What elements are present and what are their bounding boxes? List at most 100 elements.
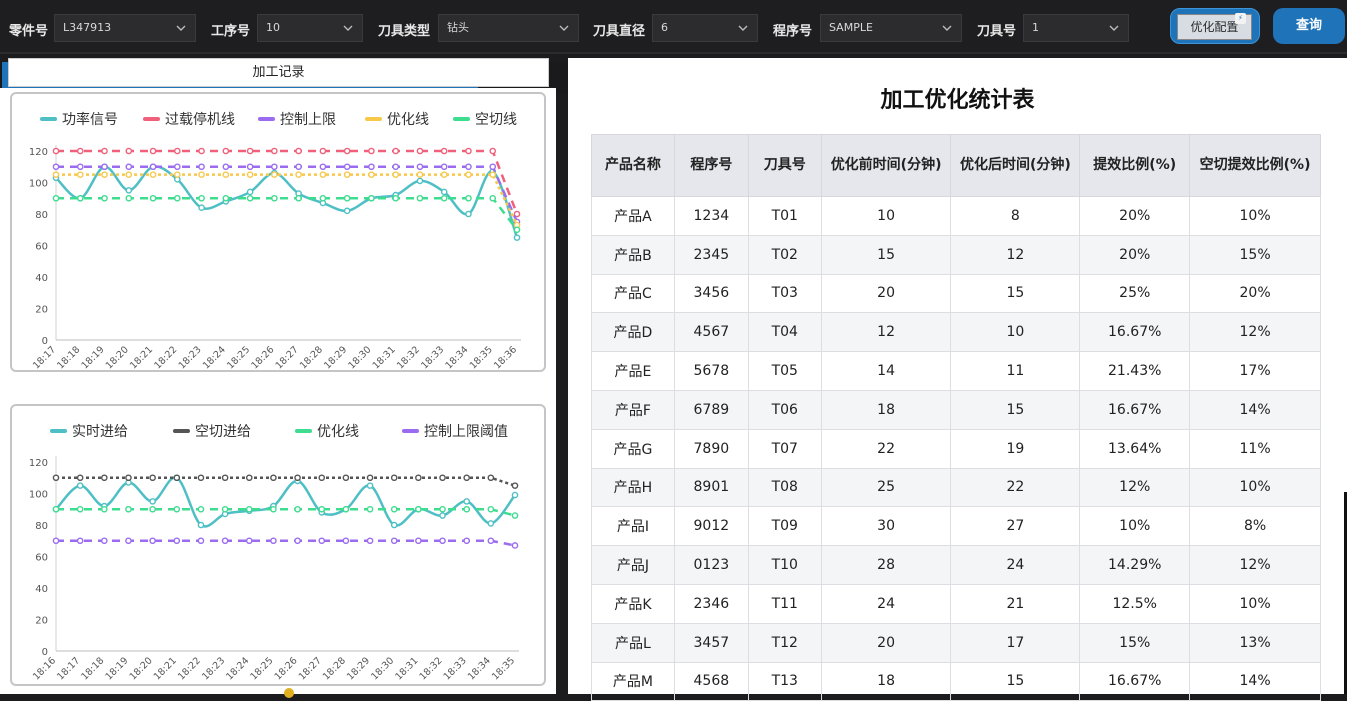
data-point: [125, 505, 132, 513]
data-point: [101, 537, 108, 545]
legend-swatch: [453, 117, 470, 121]
data-point: [52, 537, 60, 545]
data-point: [366, 474, 374, 482]
operation-number-select[interactable]: 10: [257, 14, 363, 42]
x-tick-label: 18:23: [200, 655, 227, 682]
x-tick-label: 18:34: [443, 344, 470, 370]
program-number-value: SAMPLE: [829, 21, 873, 34]
cell-idle-efficiency-ratio: 12%: [1189, 545, 1321, 585]
cell-idle-efficiency-ratio: 12%: [1189, 312, 1321, 353]
data-point: [366, 537, 374, 545]
data-point: [390, 537, 398, 545]
cell-product-name: 产品I: [591, 506, 675, 547]
legend-item-series-0[interactable]: 实时进给: [50, 424, 128, 440]
data-point: [366, 505, 374, 513]
part-number-value: L347913: [63, 21, 112, 34]
legend-swatch: [402, 429, 419, 433]
data-point: [294, 537, 301, 545]
data-point: [465, 194, 472, 202]
cell-tool-number: T06: [747, 389, 822, 430]
header-time-after: 优化后时间(分钟): [950, 134, 1081, 197]
cell-time-before: 18: [820, 389, 952, 430]
legend-item-series-4[interactable]: 空切线: [453, 112, 517, 128]
cell-tool-number: T08: [747, 467, 822, 508]
data-point: [246, 171, 254, 178]
cell-time-after: 17: [950, 622, 1081, 663]
tool-diameter-select[interactable]: 6: [652, 14, 758, 42]
legend-swatch: [173, 429, 190, 433]
data-point: [295, 163, 302, 171]
data-point: [368, 171, 375, 178]
data-point: [392, 163, 399, 171]
data-point: [197, 537, 205, 545]
data-point: [416, 163, 424, 171]
legend-item-series-0[interactable]: 功率信号: [40, 111, 118, 128]
legend-item-series-1[interactable]: 过载停机线: [143, 111, 235, 128]
cell-tool-number: T11: [747, 583, 822, 624]
data-point: [149, 505, 156, 513]
data-point: [52, 194, 60, 202]
data-point: [511, 542, 519, 549]
cell-program-number: 9012: [673, 506, 749, 547]
legend-item-series-1[interactable]: 空切进给: [173, 424, 251, 440]
header-product-name: 产品名称: [591, 134, 675, 197]
data-point: [271, 163, 278, 171]
cell-idle-efficiency-ratio: 20%: [1189, 273, 1321, 314]
query-button[interactable]: 查询: [1273, 8, 1345, 44]
cell-product-name: 产品D: [591, 312, 675, 353]
data-point: [149, 537, 156, 545]
optimize-config-button[interactable]: 优化配置 ⚡: [1170, 8, 1260, 44]
cell-time-before: 14: [820, 351, 952, 391]
data-point: [343, 147, 351, 155]
tool-number-value: 1: [1032, 21, 1039, 34]
cell-time-before: 20: [820, 273, 952, 314]
cell-product-name: 产品B: [591, 234, 675, 275]
cell-idle-efficiency-ratio: 14%: [1189, 661, 1321, 701]
header-idle-efficiency-ratio: 空切提效比例(%): [1189, 134, 1321, 197]
x-tick-label: 18:29: [345, 655, 372, 682]
program-number-select[interactable]: SAMPLE: [820, 14, 962, 42]
data-point: [271, 147, 278, 155]
data-point: [318, 537, 326, 545]
scroll-handle[interactable]: [284, 688, 294, 698]
cell-time-after: 11: [950, 351, 1081, 391]
data-point: [221, 505, 229, 513]
data-point: [511, 512, 519, 519]
legend-item-series-2[interactable]: 优化线: [295, 424, 359, 440]
data-point: [101, 171, 108, 178]
x-tick-label: 18:18: [79, 655, 106, 682]
data-point: [174, 171, 181, 178]
cell-tool-number: T09: [747, 506, 822, 547]
cell-time-before: 28: [820, 545, 952, 585]
y-tick-label: 20: [35, 616, 48, 627]
data-point: [319, 147, 327, 155]
x-tick-label: 18:25: [248, 655, 275, 682]
data-point: [222, 194, 230, 202]
data-point: [416, 171, 424, 178]
legend-item-series-2[interactable]: 控制上限: [258, 112, 336, 128]
series-line-4: [56, 197, 518, 231]
data-point: [221, 474, 229, 482]
chevron-down-icon: [176, 25, 186, 31]
header-program-number: 程序号: [673, 134, 749, 197]
cell-time-before: 10: [820, 196, 952, 236]
data-point: [489, 194, 497, 202]
tool-type-select[interactable]: 钻头: [438, 14, 579, 42]
data-point: [318, 474, 326, 482]
legend-item-series-3[interactable]: 控制上限阈值: [402, 424, 508, 440]
legend-item-series-3[interactable]: 优化线: [365, 112, 429, 128]
cell-idle-efficiency-ratio: 10%: [1189, 196, 1321, 236]
data-point: [174, 163, 181, 171]
legend-label: 优化线: [387, 112, 429, 128]
part-number-select[interactable]: L347913: [54, 14, 196, 42]
x-tick-label: 18:35: [490, 655, 517, 682]
processing-record-tab[interactable]: 加工记录: [8, 58, 549, 87]
tool-number-select[interactable]: 1: [1023, 14, 1129, 42]
x-tick-label: 18:20: [128, 655, 155, 682]
data-point: [174, 194, 181, 202]
data-point: [76, 194, 84, 202]
data-point: [246, 163, 254, 171]
cell-product-name: 产品G: [591, 428, 675, 469]
data-point: [489, 171, 497, 178]
x-tick-label: 18:21: [152, 655, 179, 682]
